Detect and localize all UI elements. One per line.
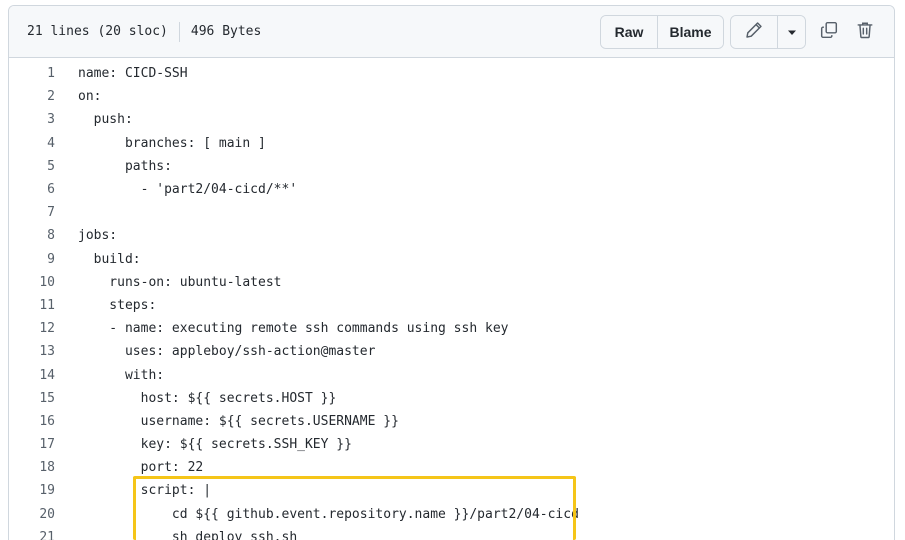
code-line: 12 - name: executing remote ssh commands… [9, 317, 894, 340]
line-number[interactable]: 19 [9, 483, 55, 498]
line-content: sh deploy_ssh.sh [78, 529, 298, 540]
line-number[interactable]: 18 [9, 460, 55, 475]
line-number[interactable]: 4 [9, 136, 55, 151]
file-actions: Raw Blame [600, 15, 882, 49]
edit-group [730, 15, 806, 49]
code-line: 9 build: [9, 248, 894, 271]
line-number[interactable]: 8 [9, 228, 55, 243]
divider [178, 21, 180, 42]
line-number[interactable]: 1 [9, 66, 55, 81]
line-content: with: [78, 367, 165, 383]
line-number[interactable]: 5 [9, 159, 55, 174]
code-line: 15 host: ${{ secrets.HOST }} [9, 387, 894, 410]
code-line: 14 with: [9, 363, 894, 386]
line-content: key: ${{ secrets.SSH_KEY }} [78, 437, 352, 453]
code-line: 17 key: ${{ secrets.SSH_KEY }} [9, 433, 894, 456]
file-viewer: 21 lines (20 sloc) 496 Bytes Raw Blame 1… [8, 5, 895, 540]
code-line: 11 steps: [9, 294, 894, 317]
line-number[interactable]: 7 [9, 205, 55, 220]
line-content: port: 22 [78, 460, 204, 476]
line-number[interactable]: 13 [9, 344, 55, 359]
code-line: 20 cd ${{ github.event.repository.name }… [9, 503, 894, 526]
code-line: 6 - 'part2/04-cicd/**' [9, 178, 894, 201]
line-content: build: [78, 251, 141, 267]
copy-button[interactable] [812, 15, 846, 49]
file-size: 496 Bytes [190, 24, 262, 39]
code-line: 7 [9, 201, 894, 224]
line-count: 21 lines (20 sloc) [27, 24, 168, 39]
code-line: 2 on: [9, 85, 894, 108]
file-header: 21 lines (20 sloc) 496 Bytes Raw Blame [9, 6, 894, 58]
line-content: name: CICD-SSH [78, 66, 188, 82]
triangle-down-icon [787, 23, 797, 41]
line-number[interactable]: 14 [9, 368, 55, 383]
line-content: - 'part2/04-cicd/**' [78, 182, 298, 198]
line-content: on: [78, 89, 102, 105]
line-number[interactable]: 9 [9, 252, 55, 267]
line-content: host: ${{ secrets.HOST }} [78, 390, 337, 406]
raw-blame-group: Raw Blame [600, 15, 724, 49]
trash-icon [856, 21, 874, 44]
edit-dropdown-button[interactable] [777, 16, 805, 48]
line-content: cd ${{ github.event.repository.name }}/p… [78, 506, 579, 522]
line-content: jobs: [78, 228, 118, 244]
delete-button[interactable] [848, 15, 882, 49]
line-number[interactable]: 6 [9, 182, 55, 197]
code-line: 18 port: 22 [9, 456, 894, 479]
line-number[interactable]: 12 [9, 321, 55, 336]
line-number[interactable]: 21 [9, 530, 55, 540]
pencil-icon [745, 21, 763, 44]
line-content: paths: [78, 158, 172, 174]
line-number[interactable]: 15 [9, 391, 55, 406]
line-content: push: [78, 112, 133, 128]
line-number[interactable]: 16 [9, 414, 55, 429]
line-content: - name: executing remote ssh commands us… [78, 321, 509, 337]
edit-button[interactable] [731, 16, 777, 48]
line-number[interactable]: 20 [9, 507, 55, 522]
code-line: 13 uses: appleboy/ssh-action@master [9, 340, 894, 363]
code-line: 3 push: [9, 108, 894, 131]
line-content: script: | [78, 483, 212, 499]
code-line: 5 paths: [9, 155, 894, 178]
line-number[interactable]: 10 [9, 275, 55, 290]
copy-icon [820, 21, 838, 44]
code-line: 10 runs-on: ubuntu-latest [9, 271, 894, 294]
code-line: 16 username: ${{ secrets.USERNAME }} [9, 410, 894, 433]
code-line: 8 jobs: [9, 224, 894, 247]
code-view: 1 name: CICD-SSH 2 on: 3 push: 4 branches: [ … [9, 58, 894, 540]
raw-button[interactable]: Raw [601, 16, 657, 48]
line-content: runs-on: ubuntu-latest [78, 274, 282, 290]
line-number[interactable]: 17 [9, 437, 55, 452]
code-line: 21 sh deploy_ssh.sh [9, 526, 894, 540]
code-line: 1 name: CICD-SSH [9, 62, 894, 85]
line-content: branches: [ main ] [78, 135, 266, 151]
code-line: 19 script: | [9, 479, 894, 502]
line-content: username: ${{ secrets.USERNAME }} [78, 413, 399, 429]
line-content: uses: appleboy/ssh-action@master [78, 344, 376, 360]
line-content: steps: [78, 297, 157, 313]
line-number[interactable]: 11 [9, 298, 55, 313]
code-line: 4 branches: [ main ] [9, 132, 894, 155]
line-number[interactable]: 2 [9, 89, 55, 104]
file-info: 21 lines (20 sloc) 496 Bytes [9, 21, 262, 42]
line-number[interactable]: 3 [9, 112, 55, 127]
blame-button[interactable]: Blame [657, 16, 723, 48]
